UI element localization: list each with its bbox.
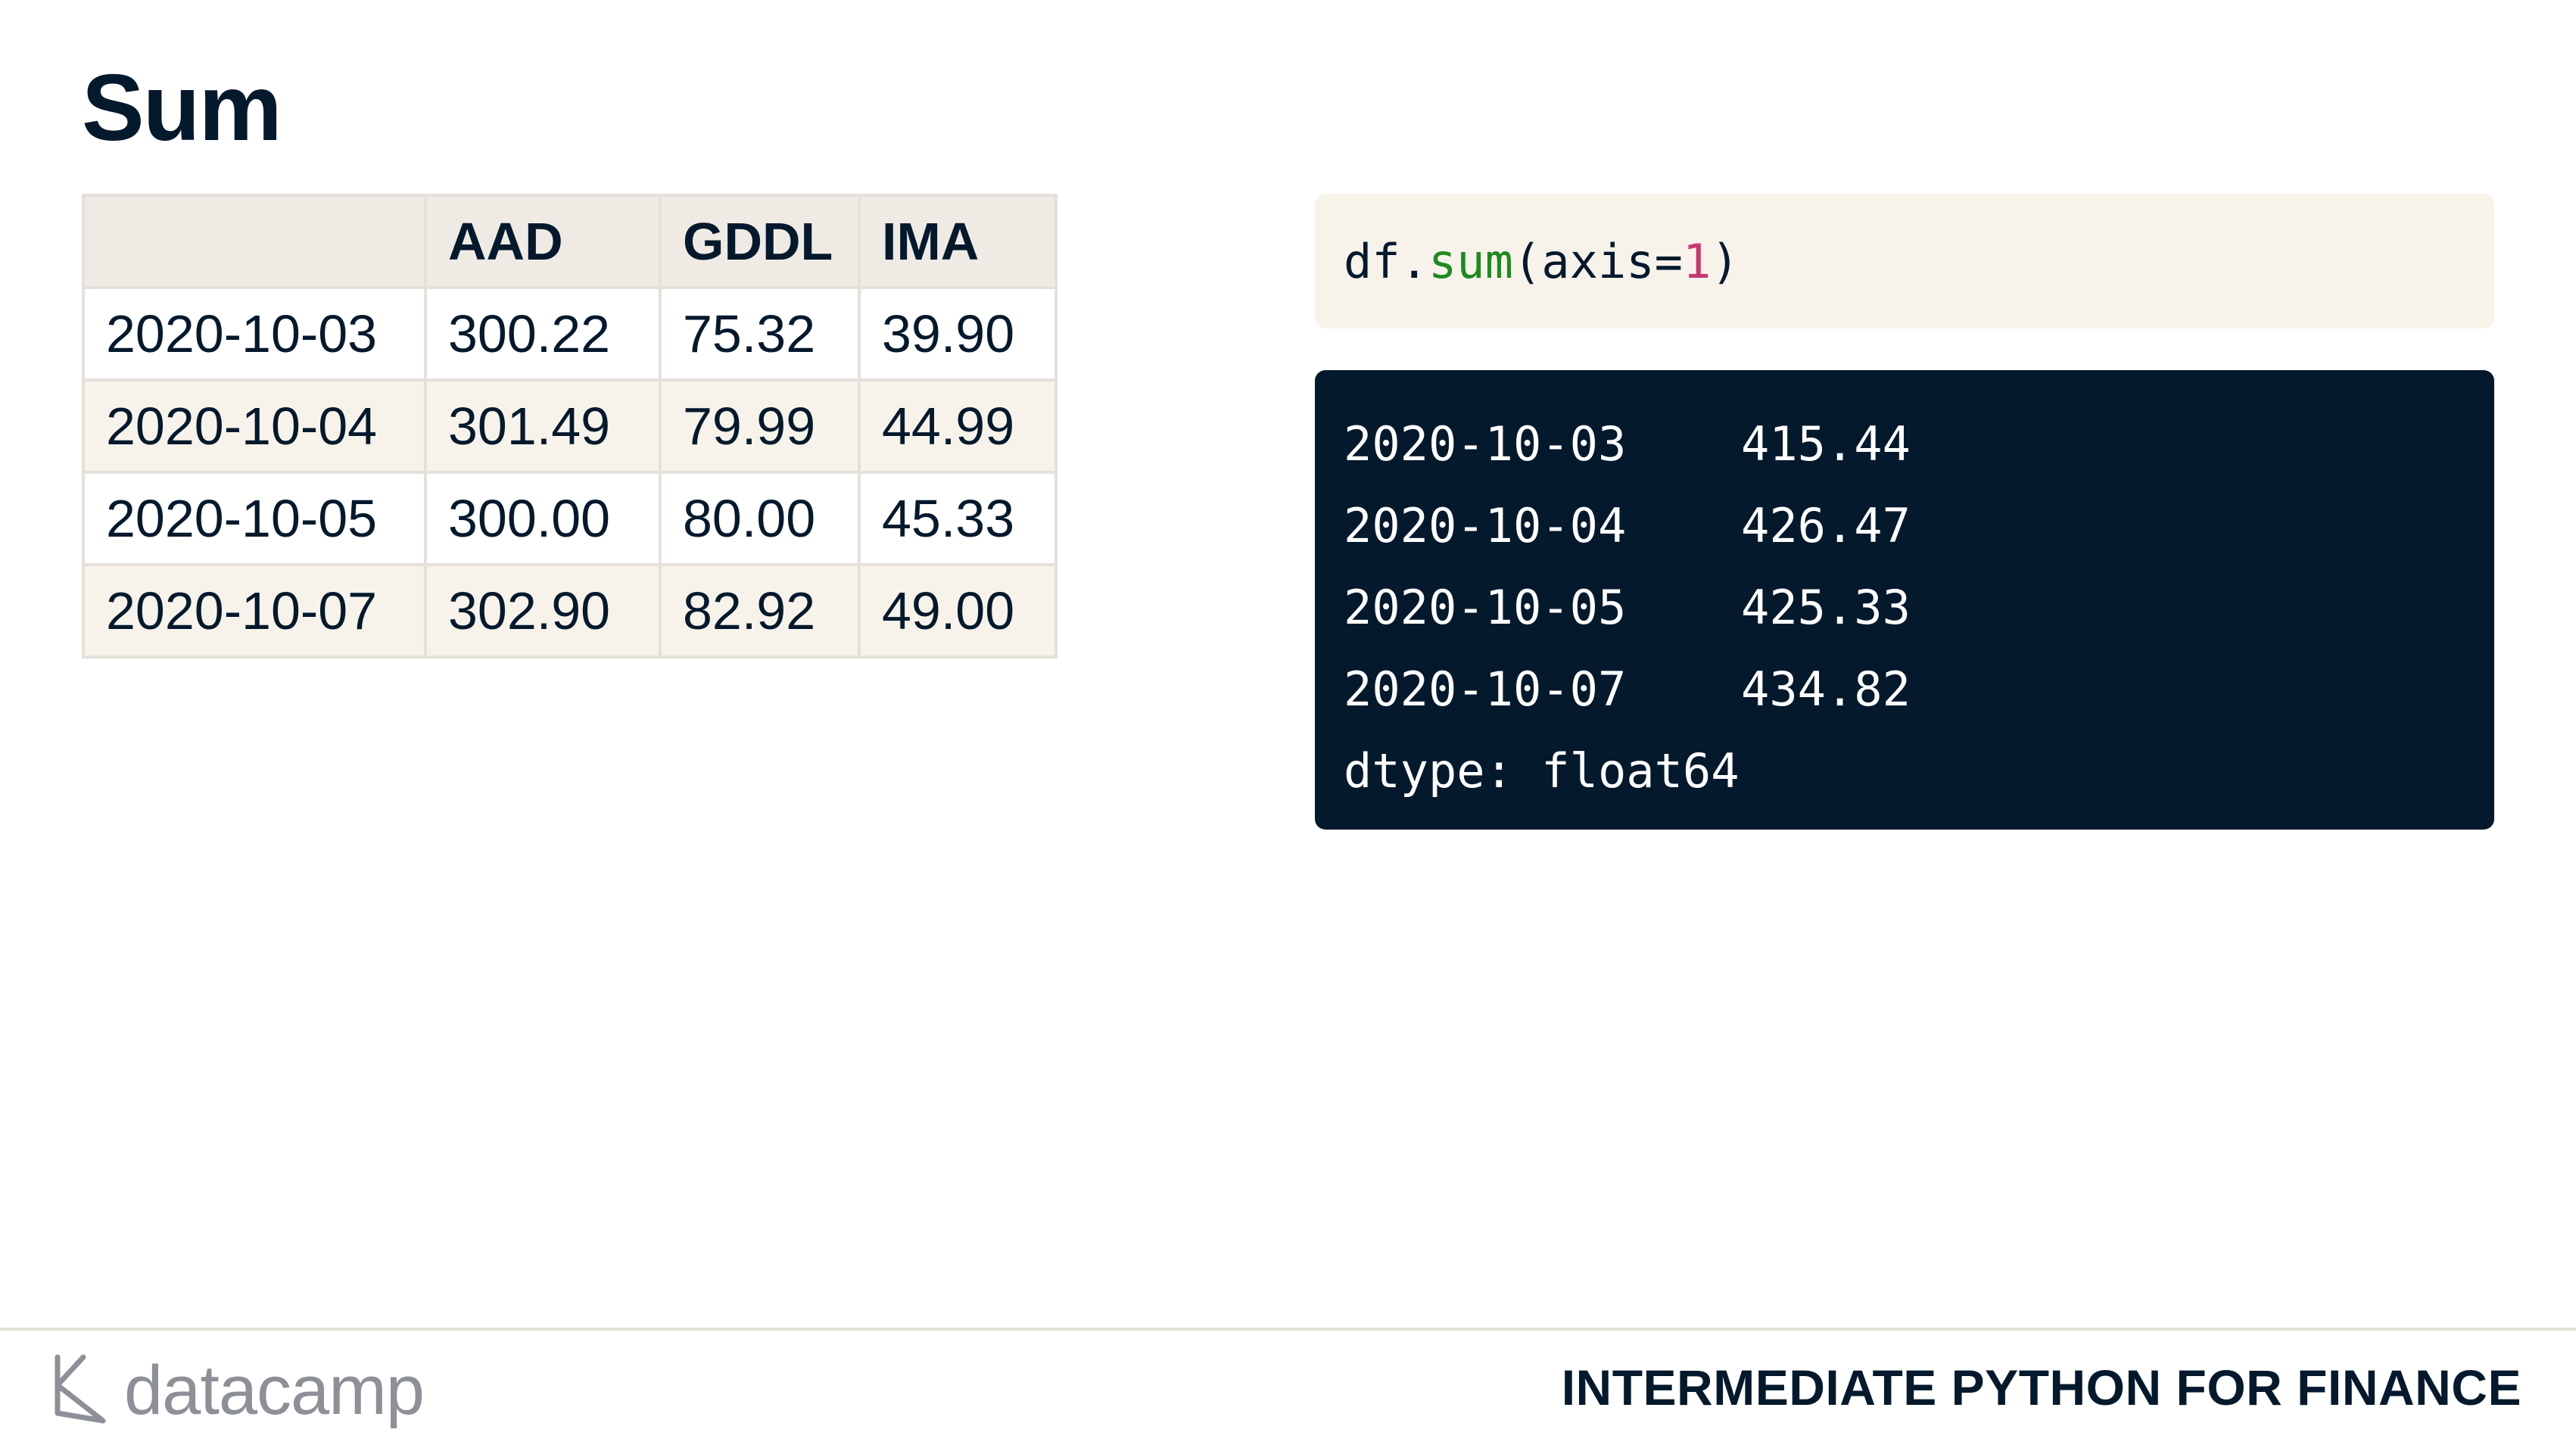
table-cell-date: 2020-10-07 [82,563,427,659]
output-date: 2020-10-07 [1344,662,1627,717]
table-cell-aad: 300.00 [424,471,662,566]
table-cell-ima: 44.99 [858,378,1057,474]
table-cell-gddl: 75.32 [659,286,861,381]
code-arg-value: 1 [1682,233,1712,289]
footer-divider [0,1328,2576,1331]
dataframe-table: AAD GDDL IMA 2020-10-03 300.22 75.32 39.… [82,194,1057,659]
output-date: 2020-10-04 [1344,498,1627,553]
code-function: sum [1428,233,1513,289]
table-header-row: AAD GDDL IMA [82,194,1057,289]
table-cell-date: 2020-10-04 [82,378,427,474]
datacamp-logo-icon [53,1351,109,1431]
table-row: 2020-10-03 300.22 75.32 39.90 [82,286,1057,381]
table-cell-gddl: 80.00 [659,471,861,566]
table-row: 2020-10-05 300.00 80.00 45.33 [82,471,1057,566]
code-open-paren: (axis= [1512,233,1683,289]
table-cell-ima: 49.00 [858,563,1057,659]
slide-title: Sum [82,56,282,160]
table-header-ima: IMA [858,194,1057,289]
output-date: 2020-10-05 [1344,580,1627,635]
table-header-index [82,194,427,289]
output-dtype: dtype: float64 [1344,743,1740,799]
table-cell-date: 2020-10-05 [82,471,427,566]
table-header-aad: AAD [424,194,662,289]
code-input-block: df. sum (axis= 1) [1315,194,2494,328]
code-object: df [1344,233,1400,289]
table-cell-gddl: 82.92 [659,563,861,659]
code-dot: . [1400,233,1428,289]
table-row: 2020-10-07 302.90 82.92 49.00 [82,563,1057,659]
output-row: 2020-10-04 426.47 [1344,485,2465,567]
output-value: 415.44 [1741,416,1911,472]
output-row: 2020-10-07 434.82 [1344,649,2465,730]
output-value: 426.47 [1741,498,1911,553]
output-value: 425.33 [1741,580,1911,635]
table-cell-date: 2020-10-03 [82,286,427,381]
datacamp-logo-text: datacamp [124,1351,425,1429]
output-value: 434.82 [1741,662,1911,717]
table-cell-ima: 39.90 [858,286,1057,381]
table-cell-gddl: 79.99 [659,378,861,474]
output-row: 2020-10-03 415.44 [1344,403,2465,485]
table-cell-aad: 301.49 [424,378,662,474]
table-row: 2020-10-04 301.49 79.99 44.99 [82,378,1057,474]
table-header-gddl: GDDL [659,194,861,289]
code-output-block: 2020-10-03 415.44 2020-10-04 426.47 2020-1… [1315,370,2494,830]
code-close-paren: ) [1711,233,1740,289]
table-cell-ima: 45.33 [858,471,1057,566]
table-cell-aad: 302.90 [424,563,662,659]
course-title: INTERMEDIATE PYTHON FOR FINANCE [1561,1359,2521,1415]
table-cell-aad: 300.22 [424,286,662,381]
output-row: 2020-10-05 425.33 [1344,567,2465,649]
output-date: 2020-10-03 [1344,416,1627,472]
datacamp-logo: datacamp [53,1349,425,1432]
